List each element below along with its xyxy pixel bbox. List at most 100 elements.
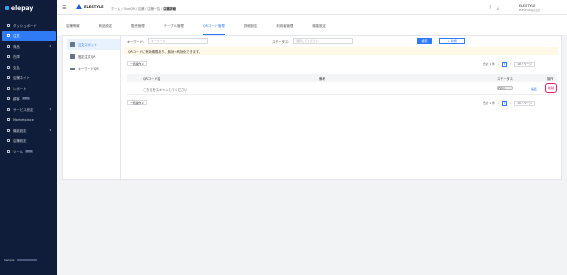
- sidebar-item-customers[interactable]: 顧客 NEW: [2, 94, 56, 105]
- payment-icon: [7, 65, 10, 69]
- topbar: ☰ ELESTYLE ホーム / OneQR / 店舗 / 店舗一覧 / 店舗詳…: [57, 0, 567, 15]
- delete-button[interactable]: 削除: [545, 83, 557, 93]
- sidebar-item-store-settings[interactable]: 店舗設定: [2, 136, 56, 147]
- brand-name: elepay: [11, 4, 34, 12]
- keyword-label: キーワード：: [127, 39, 147, 44]
- breadcrumb-item[interactable]: 店舗: [138, 7, 144, 11]
- sidebar-item-orders[interactable]: 注文: [2, 30, 56, 41]
- tool-icon: [7, 149, 10, 153]
- subnav-label: キーワードQR: [78, 67, 99, 72]
- page-number[interactable]: 1: [502, 100, 508, 106]
- sidebar-item-stock[interactable]: 在庫: [2, 52, 56, 63]
- add-button[interactable]: + 新規: [439, 38, 465, 44]
- sidebar-item-label: 在庫: [13, 55, 20, 60]
- next-page-icon[interactable]: ›: [510, 62, 511, 66]
- status-toggle[interactable]: 無効: [497, 85, 513, 90]
- tab-details[interactable]: 詳細設定: [244, 15, 258, 35]
- tab-tables[interactable]: テーブル管理: [164, 15, 184, 35]
- store-logo-icon: [76, 4, 82, 9]
- sidebar-item-label: サービス設定: [13, 107, 34, 112]
- subnav-order-spot[interactable]: 注文スポット: [67, 39, 121, 50]
- header-status: ステータス: [497, 77, 513, 81]
- sidebar-item-label: 支払: [13, 65, 20, 70]
- tab-features[interactable]: 機能設定: [312, 15, 326, 35]
- subnav-label: 固定注文QR: [78, 55, 96, 60]
- notice-banner: QRコードに有効期限あり、無効→有効化できます。: [124, 47, 558, 55]
- subnav-fixed-qr[interactable]: 固定注文QR: [67, 51, 121, 62]
- chevron-down-icon: ▾: [142, 61, 144, 66]
- tab-bar: 店舗情報 商品設定 販売管理 テーブル管理 QRコード管理 詳細設定 利用者管理…: [57, 15, 567, 35]
- store-settings-icon: [7, 139, 10, 143]
- batch-label: 一括操作: [130, 61, 142, 66]
- report-icon: [7, 86, 10, 90]
- pagination-top: 合計 1 件 ‹ 1 › 10 / ページ: [483, 61, 535, 67]
- prev-page-icon[interactable]: ‹: [498, 62, 499, 66]
- next-page-icon[interactable]: ›: [510, 101, 511, 105]
- top-icons: ? ⤓: [489, 5, 499, 10]
- help-icon[interactable]: ?: [489, 5, 491, 10]
- store-name: ELESTYLE: [84, 4, 104, 9]
- breadcrumb-item[interactable]: ホーム: [111, 7, 120, 11]
- orders-icon: [7, 34, 10, 38]
- sidebar-item-marketplace[interactable]: Marketplace: [2, 115, 56, 126]
- store-switcher[interactable]: ELESTYLE: [76, 4, 104, 9]
- page-size-select[interactable]: 10 / ページ: [514, 100, 535, 106]
- sidebar-item-tools[interactable]: ツール NEW: [2, 146, 56, 157]
- keyword-input[interactable]: キーワード: [148, 38, 209, 44]
- sidebar-item-payments[interactable]: 支払: [2, 62, 56, 73]
- table-row: こちらをスキャンしてください 無効 編集 削除: [127, 83, 557, 95]
- pagination-total: 合計 1 件: [483, 62, 495, 66]
- batch-select-bottom[interactable]: 一括操作 ▾: [127, 100, 147, 105]
- marketplace-icon: [7, 118, 10, 122]
- breadcrumb-current: 店舗詳細: [163, 6, 176, 11]
- page-number[interactable]: 1: [502, 61, 508, 67]
- subnav-label: 注文スポット: [78, 43, 98, 47]
- customer-icon: [7, 97, 10, 101]
- tab-sales[interactable]: 販売管理: [131, 15, 145, 35]
- tab-qr-code[interactable]: QRコード管理: [202, 15, 225, 35]
- tab-store-info[interactable]: 店舗情報: [66, 15, 80, 35]
- sidebar-item-dashboard[interactable]: ダッシュボード: [2, 20, 56, 31]
- breadcrumb: ホーム / OneQR / 店舗 / 店舗一覧 / 店舗詳細: [111, 6, 176, 11]
- search-button[interactable]: 検索: [417, 38, 432, 44]
- subnav-keyword-qr[interactable]: キーワードQR: [67, 63, 121, 74]
- batch-label: 一括操作: [130, 100, 142, 105]
- edit-button[interactable]: 編集: [531, 87, 537, 91]
- sidebar-footer[interactable]: Sample: [4, 258, 54, 262]
- sidebar-item-reports[interactable]: レポート: [2, 83, 56, 94]
- brand-logo[interactable]: elepay: [5, 4, 33, 12]
- sidebar-item-label: 店舗ネイト: [13, 76, 30, 81]
- sidebar-footer-label: Sample: [4, 258, 15, 262]
- new-badge: NEW: [25, 149, 34, 153]
- brand-mark-icon: [5, 6, 9, 10]
- sidebar-footer-bar: [16, 259, 37, 261]
- chevron-down-icon: ▾: [49, 128, 51, 133]
- qr-subnav: 注文スポット 固定注文QR キーワードQR: [67, 39, 121, 76]
- breadcrumb-item[interactable]: OneQR: [124, 7, 135, 11]
- sidebar-item-service-settings[interactable]: サービス設定 ▾: [2, 104, 56, 115]
- qr-icon: [70, 42, 75, 47]
- tab-users[interactable]: 利用者管理: [276, 15, 293, 35]
- sidebar-item-products[interactable]: 商品 ▾: [2, 41, 56, 52]
- breadcrumb-item[interactable]: 店舗一覧: [147, 7, 160, 11]
- prev-page-icon[interactable]: ‹: [498, 101, 499, 105]
- sidebar-item-label: Marketplace: [13, 117, 34, 122]
- status-select[interactable]: 選択してください: [293, 38, 354, 44]
- menu-icon[interactable]: ☰: [62, 5, 66, 11]
- qr-content: キーワード： キーワード ステータス： 選択してください 検索 + 新規 QRコ…: [123, 36, 559, 181]
- new-badge: NEW: [21, 97, 30, 101]
- batch-select-top[interactable]: 一括操作 ▾: [127, 61, 147, 66]
- sidebar-item-label: 商品: [13, 44, 20, 49]
- download-icon[interactable]: ⤓: [497, 5, 499, 10]
- settings-icon: [7, 107, 10, 111]
- tab-product-settings[interactable]: 商品設定: [99, 15, 113, 35]
- sidebar-item-label: 店舗設定: [13, 139, 27, 144]
- page-size-select[interactable]: 10 / ページ: [514, 61, 535, 67]
- table-header: QRコード名 備考 ステータス 操作: [127, 74, 557, 82]
- sidebar-item-feature-settings[interactable]: 機能設定 ▾: [2, 125, 56, 136]
- sidebar: elepay ダッシュボード 注文 商品 ▾ 在庫 支払 店舗ネイト レポート 顧…: [0, 0, 57, 275]
- user-menu[interactable]: ELESTYLE ELESTYLE株式会社: [519, 4, 540, 12]
- sidebar-item-store-net[interactable]: 店舗ネイト: [2, 73, 56, 84]
- chevron-down-icon: ▾: [142, 100, 144, 105]
- products-icon: [7, 44, 10, 48]
